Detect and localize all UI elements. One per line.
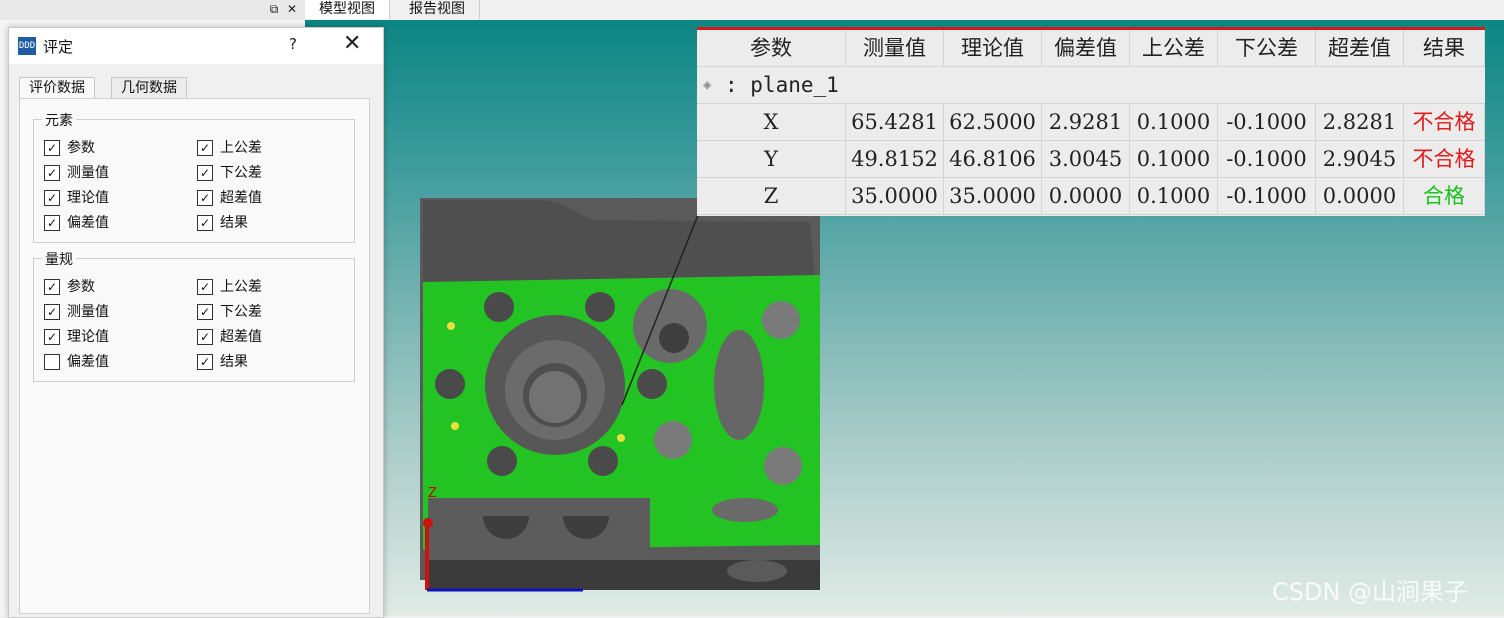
col-header-deviation: 偏差值 (1042, 30, 1130, 67)
check-icon: ✓ (197, 354, 213, 370)
help-button[interactable]: ? (289, 35, 297, 53)
cell-param: Y (697, 141, 846, 178)
cell-param: Z (697, 178, 846, 215)
dock-header: ⧉ ✕ (0, 0, 305, 21)
view-tab-bar: 模型视图 报告视图 (305, 0, 1504, 21)
close-icon[interactable]: ✕ (284, 1, 300, 17)
cell-deviation: 2.9281 (1042, 104, 1130, 141)
feature-diamond-icon: ◈ (703, 77, 712, 93)
restore-icon[interactable]: ⧉ (266, 1, 282, 17)
col-header-upper-tol: 上公差 (1130, 30, 1218, 67)
feature-name: : plane_1 (725, 73, 839, 97)
cell-nominal: 46.8106 (944, 141, 1042, 178)
cell-nominal: 62.5000 (944, 104, 1042, 141)
cell-upper-tol: 0.1000 (1130, 104, 1218, 141)
cell-measured: 65.4281 (846, 104, 944, 141)
check-icon: ✓ (44, 304, 60, 320)
col-header-out-of-tol: 超差值 (1316, 30, 1404, 67)
check-icon: ✓ (197, 215, 213, 231)
watermark: CSDN @山涧果子 (1272, 578, 1469, 606)
element-group-title: 元素 (42, 110, 76, 130)
check-icon: ✓ (44, 215, 60, 231)
close-icon[interactable]: ✕ (343, 32, 361, 56)
col-header-nominal: 理论值 (944, 30, 1042, 67)
tab-evaluation-data[interactable]: 评价数据 (19, 77, 95, 100)
check-icon: ✓ (197, 140, 213, 156)
col-header-lower-tol: 下公差 (1218, 30, 1316, 67)
tab-geometry-data[interactable]: 几何数据 (111, 77, 187, 99)
cell-param: X (697, 104, 846, 141)
cell-deviation: 0.0000 (1042, 178, 1130, 215)
col-header-result: 结果 (1404, 30, 1485, 67)
check-icon: ✓ (197, 190, 213, 206)
cell-deviation: 3.0045 (1042, 141, 1130, 178)
cell-nominal: 35.0000 (944, 178, 1042, 215)
evaluation-dialog: DDD 评定 ? ✕ 评价数据 几何数据 元素 ✓ 参数 ✓ 测量值 ✓ 理论值 ✓ 偏… (8, 27, 384, 618)
cell-lower-tol: -0.1000 (1218, 178, 1316, 215)
gauge-group-title: 量规 (42, 249, 76, 269)
dialog-title: 评定 (43, 38, 74, 56)
cell-out-of-tol: 2.9045 (1316, 141, 1404, 178)
cell-measured: 49.8152 (846, 141, 944, 178)
evaluation-result-table: 参数 测量值 理论值 偏差值 上公差 下公差 超差值 结果 ◈ : plane_… (697, 27, 1485, 216)
cell-lower-tol: -0.1000 (1218, 104, 1316, 141)
check-icon: ✓ (197, 304, 213, 320)
element-group: 元素 ✓ 参数 ✓ 测量值 ✓ 理论值 ✓ 偏差值 ✓ 上公差 ✓ 下公差 ✓ 超差值 ✓ 结果 (33, 110, 355, 243)
dialog-titlebar[interactable]: DDD 评定 ? ✕ (9, 28, 383, 64)
cell-result-fail: 不合格 (1404, 104, 1485, 141)
check-icon: ✓ (44, 140, 60, 156)
gauge-group: 量规 ✓ 参数 ✓ 测量值 ✓ 理论值 偏差值 ✓ 上公差 ✓ 下公差 ✓ 超差值 ✓ 结果 (33, 249, 355, 382)
col-header-measured: 测量值 (846, 30, 944, 67)
cell-upper-tol: 0.1000 (1130, 178, 1218, 215)
check-icon: ✓ (44, 165, 60, 181)
check-icon: ✓ (44, 190, 60, 206)
cell-upper-tol: 0.1000 (1130, 141, 1218, 178)
cell-out-of-tol: 2.8281 (1316, 104, 1404, 141)
cell-result-fail: 不合格 (1404, 141, 1485, 178)
check-icon: ✓ (44, 279, 60, 295)
unchecked-box-icon (44, 354, 60, 370)
evaluation-data-panel: 元素 ✓ 参数 ✓ 测量值 ✓ 理论值 ✓ 偏差值 ✓ 上公差 ✓ 下公差 ✓ 超差值 ✓ 结果… (19, 98, 370, 614)
col-header-param: 参数 (697, 30, 846, 67)
tab-model-view[interactable]: 模型视图 (305, 0, 390, 19)
check-icon: ✓ (197, 329, 213, 345)
cell-measured: 35.0000 (846, 178, 944, 215)
axis-z-label: Z (428, 486, 437, 501)
cell-lower-tol: -0.1000 (1218, 141, 1316, 178)
cell-out-of-tol: 0.0000 (1316, 178, 1404, 215)
feature-row[interactable]: ◈ : plane_1 (697, 67, 1485, 104)
tab-report-view[interactable]: 报告视图 (395, 0, 480, 19)
check-icon: ✓ (197, 279, 213, 295)
cell-result-pass: 合格 (1404, 178, 1485, 215)
check-icon: ✓ (197, 165, 213, 181)
app-logo-icon: DDD (18, 37, 36, 55)
check-icon: ✓ (44, 329, 60, 345)
